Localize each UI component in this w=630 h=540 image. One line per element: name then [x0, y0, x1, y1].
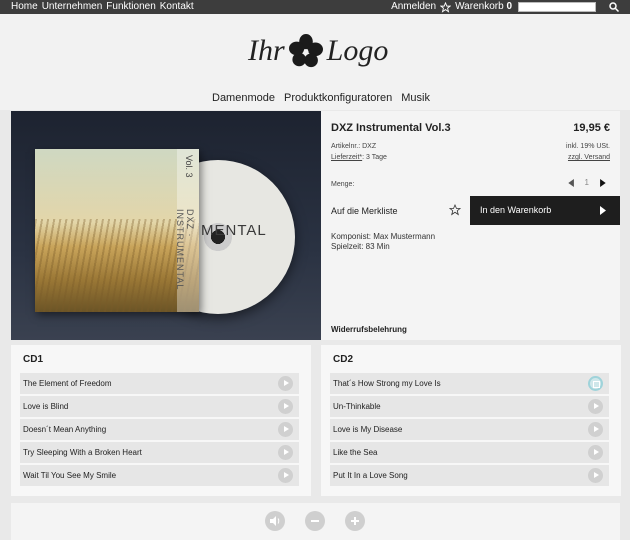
cd2-tracks: That´s How Strong my Love Is Un-Thinkabl…	[330, 373, 609, 488]
track-row[interactable]: Wait Til You See My Smile	[20, 465, 299, 486]
quantity-increase-icon[interactable]	[599, 178, 606, 187]
nav-contact-link[interactable]: Kontakt	[160, 0, 194, 14]
track-row[interactable]: Try Sleeping With a Broken Heart	[20, 442, 299, 463]
track-row[interactable]: The Element of Freedom	[20, 373, 299, 394]
nav-home-link[interactable]: Home	[11, 0, 38, 14]
quantity-label: Menge:	[331, 181, 355, 188]
playtime: Spielzeit: 83 Min	[331, 242, 390, 251]
article-number: Artikelnr.: DXZ	[331, 143, 377, 150]
search-input[interactable]	[518, 2, 596, 12]
delivery-time-value: : 3 Tage	[362, 154, 387, 161]
hibiscus-logo-icon	[288, 34, 323, 68]
track-title: Like the Sea	[333, 448, 378, 457]
product-panel: MENTAL Vol. 3 DXZ · INSTRUMENTAL DXZ Ins…	[11, 111, 620, 340]
shipping-link[interactable]: zzgl. Versand	[568, 154, 610, 161]
main-nav: Damenmode Produktkonfiguratoren Musik	[212, 92, 430, 104]
track-title: Put It In a Love Song	[333, 471, 408, 480]
wishlist-star-icon[interactable]	[449, 204, 461, 216]
composer: Komponist: Max Mustermann	[331, 232, 436, 241]
sleeve-volume: Vol. 3	[184, 155, 194, 178]
track-title: That´s How Strong my Love Is	[333, 379, 441, 388]
disc-text: MENTAL	[201, 222, 267, 239]
play-icon[interactable]	[588, 422, 603, 437]
product-info: DXZ Instrumental Vol.3 19,95 € Artikelnr…	[331, 111, 620, 340]
audio-player-bar	[11, 503, 620, 540]
track-row[interactable]: Put It In a Love Song	[330, 465, 609, 486]
play-icon[interactable]	[278, 399, 293, 414]
nav-womens-fashion[interactable]: Damenmode	[212, 92, 275, 104]
cart-label: Warenkorb	[455, 1, 504, 12]
album-cover-image[interactable]: MENTAL Vol. 3 DXZ · INSTRUMENTAL	[11, 111, 321, 340]
play-icon[interactable]	[588, 399, 603, 414]
cd1-title: CD1	[23, 354, 44, 365]
play-icon[interactable]	[588, 468, 603, 483]
top-bar-right: Anmelden Warenkorb 0	[391, 0, 620, 14]
play-icon[interactable]	[278, 422, 293, 437]
withdrawal-link[interactable]: Widerrufsbelehrung	[331, 325, 407, 334]
track-title: The Element of Freedom	[23, 379, 112, 388]
volume-up-button[interactable]	[345, 511, 365, 531]
wishlist-star-icon[interactable]	[440, 1, 452, 13]
tax-info: inkl. 19% USt.	[566, 143, 610, 150]
quantity-value[interactable]: 1	[585, 178, 589, 187]
track-title: Love is My Disease	[333, 425, 403, 434]
search-icon[interactable]	[608, 1, 620, 13]
chevron-right-icon	[600, 206, 606, 215]
cd1-tracklist: CD1 The Element of Freedom Love is Blind…	[11, 345, 311, 496]
cd2-title: CD2	[333, 354, 354, 365]
top-nav: Home Unternehmen Funktionen Kontakt	[11, 0, 194, 14]
delivery-time: Lieferzeit*: 3 Tage	[331, 154, 387, 161]
stop-icon[interactable]	[588, 376, 603, 391]
minus-icon	[311, 520, 319, 522]
delivery-time-link[interactable]: Lieferzeit*	[331, 154, 362, 161]
cd1-tracks: The Element of Freedom Love is Blind Doe…	[20, 373, 299, 488]
track-row[interactable]: Like the Sea	[330, 442, 609, 463]
cd2-tracklist: CD2 That´s How Strong my Love Is Un-Thin…	[321, 345, 621, 496]
play-icon[interactable]	[278, 468, 293, 483]
track-row[interactable]: Doesn´t Mean Anything	[20, 419, 299, 440]
track-row[interactable]: That´s How Strong my Love Is	[330, 373, 609, 394]
nav-music[interactable]: Musik	[401, 92, 430, 104]
track-title: Doesn´t Mean Anything	[23, 425, 107, 434]
track-title: Try Sleeping With a Broken Heart	[23, 448, 142, 457]
track-title: Love is Blind	[23, 402, 69, 411]
track-title: Un-Thinkable	[333, 402, 381, 411]
speaker-icon	[270, 516, 280, 526]
quantity-decrease-icon[interactable]	[567, 178, 575, 187]
track-row[interactable]: Love is My Disease	[330, 419, 609, 440]
logo-text-left: Ihr	[248, 34, 285, 67]
shipping-info: zzgl. Versand	[568, 154, 610, 161]
play-icon[interactable]	[278, 445, 293, 460]
product-details: Komponist: Max Mustermann Spielzeit: 83 …	[331, 232, 435, 252]
cart-count: 0	[506, 1, 512, 12]
nav-functions-link[interactable]: Funktionen	[106, 0, 155, 14]
track-title: Wait Til You See My Smile	[23, 471, 117, 480]
play-icon[interactable]	[588, 445, 603, 460]
product-price: 19,95 €	[573, 122, 610, 134]
play-icon[interactable]	[278, 376, 293, 391]
add-to-cart-button[interactable]: In den Warenkorb	[470, 196, 620, 225]
plus-icon	[351, 517, 359, 525]
quantity-stepper: 1	[567, 178, 606, 187]
sleeve-spine-text: DXZ · INSTRUMENTAL	[175, 209, 195, 291]
top-bar: Home Unternehmen Funktionen Kontakt Anme…	[0, 0, 630, 14]
cd-sleeve: Vol. 3 DXZ · INSTRUMENTAL	[35, 149, 199, 312]
volume-button[interactable]	[265, 511, 285, 531]
header: Ihr Logo Damenmode Produktkonfiguratoren…	[0, 14, 630, 110]
track-row[interactable]: Love is Blind	[20, 396, 299, 417]
nav-product-configurators[interactable]: Produktkonfiguratoren	[284, 92, 392, 104]
cart-link[interactable]: Warenkorb 0	[455, 0, 512, 14]
product-title: DXZ Instrumental Vol.3	[331, 122, 451, 134]
logo-text-right: Logo	[326, 34, 389, 67]
add-to-cart-label: In den Warenkorb	[480, 205, 552, 215]
nav-company-link[interactable]: Unternehmen	[42, 0, 103, 14]
wishlist-link[interactable]: Auf die Merkliste	[331, 206, 398, 216]
login-link[interactable]: Anmelden	[391, 0, 436, 14]
track-row[interactable]: Un-Thinkable	[330, 396, 609, 417]
logo[interactable]: Ihr Logo	[248, 34, 388, 68]
volume-down-button[interactable]	[305, 511, 325, 531]
